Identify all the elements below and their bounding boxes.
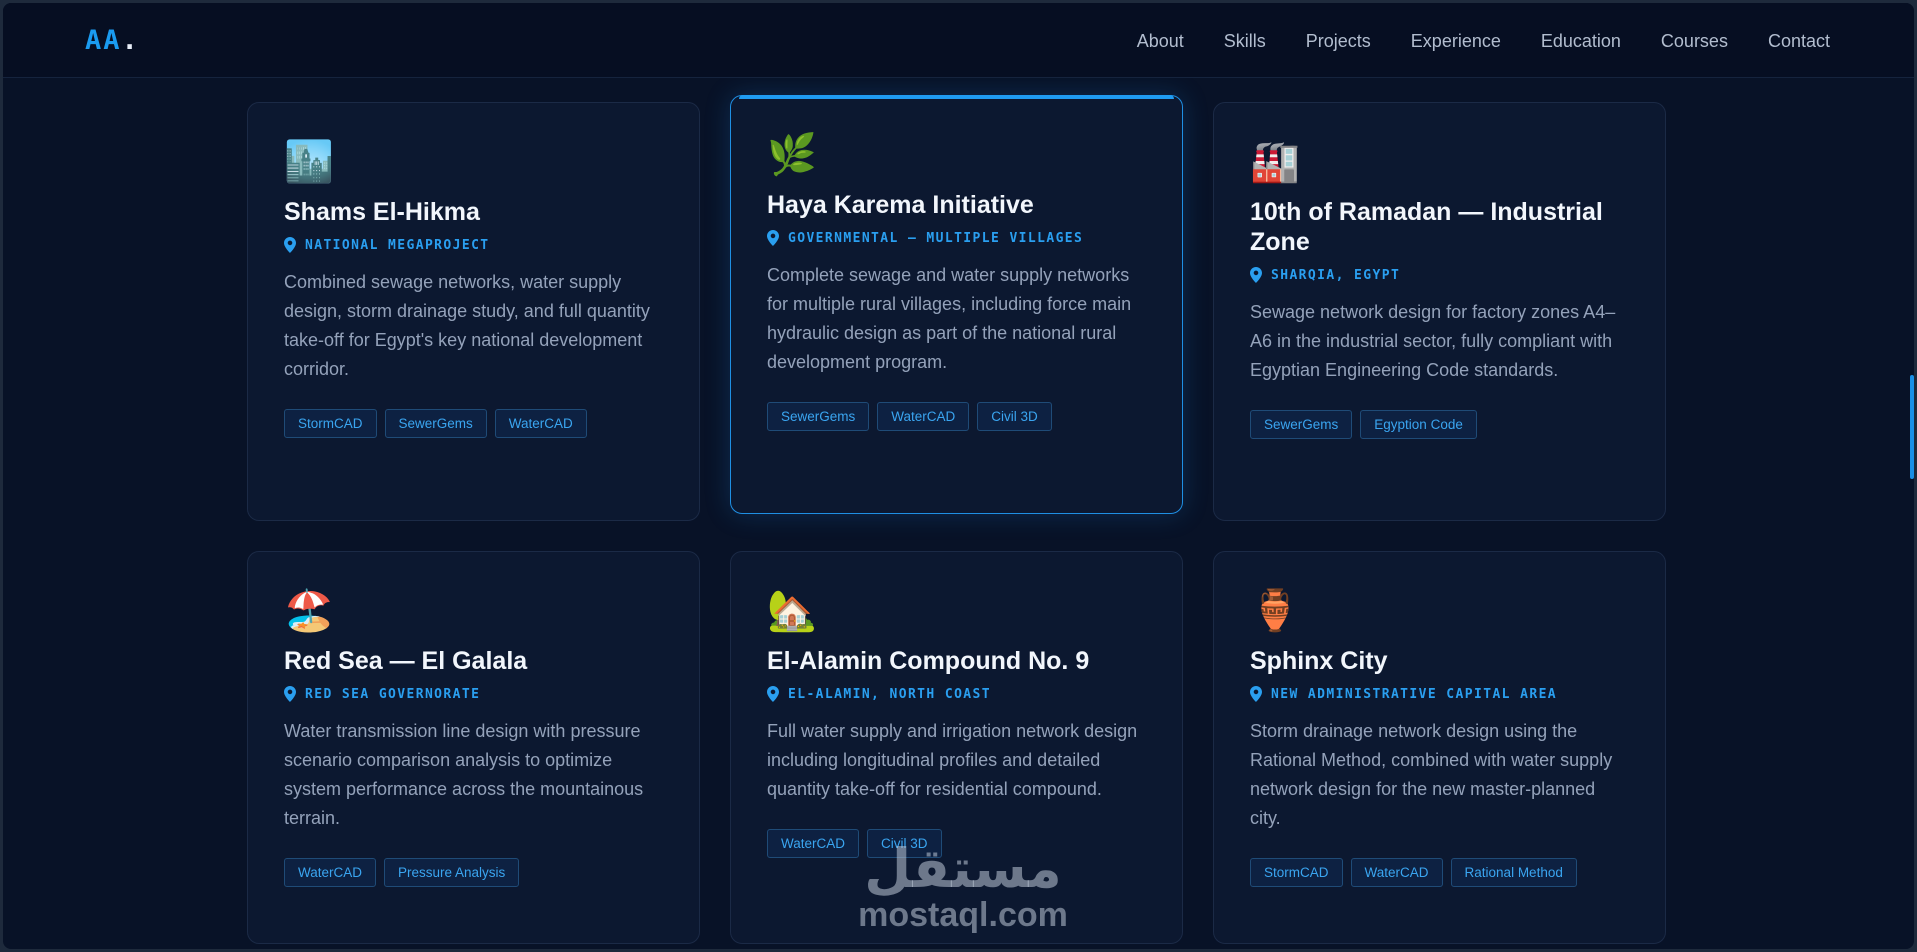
location-pin-icon bbox=[1250, 267, 1262, 283]
project-tags: WaterCAD Civil 3D bbox=[767, 829, 1146, 858]
project-title: Red Sea — El Galala bbox=[284, 647, 528, 675]
projects-grid: 🏙️ Shams El-Hikma NATIONAL MEGAPROJECT C… bbox=[3, 3, 1914, 949]
amphora-icon: 🏺 bbox=[1250, 588, 1300, 634]
city-icon: 🏙️ bbox=[284, 139, 334, 185]
tag[interactable]: SewerGems bbox=[767, 402, 870, 431]
project-location: GOVERNMENTAL — MULTIPLE VILLAGES bbox=[767, 230, 1146, 246]
project-card-haya-karema[interactable]: 🌿 Haya Karema Initiative GOVERNMENTAL — … bbox=[730, 95, 1183, 514]
location-pin-icon bbox=[767, 686, 779, 702]
project-title: Shams El-Hikma bbox=[284, 198, 480, 226]
project-location-text: EL-ALAMIN, NORTH COAST bbox=[788, 686, 991, 702]
tag[interactable]: StormCAD bbox=[1250, 858, 1343, 887]
project-tags: SewerGems Egyption Code bbox=[1250, 410, 1629, 439]
page-frame: AA. About Skills Projects Experience Edu… bbox=[3, 3, 1914, 949]
tag[interactable]: WaterCAD bbox=[494, 409, 587, 438]
top-navbar: AA. About Skills Projects Experience Edu… bbox=[3, 3, 1914, 78]
tag[interactable]: StormCAD bbox=[284, 409, 377, 438]
project-location: NATIONAL MEGAPROJECT bbox=[284, 237, 663, 253]
nav-link-projects[interactable]: Projects bbox=[1306, 31, 1371, 52]
site-logo[interactable]: AA. bbox=[85, 25, 140, 56]
project-location: RED SEA GOVERNORATE bbox=[284, 686, 663, 702]
tag[interactable]: Rational Method bbox=[1450, 858, 1577, 887]
tag[interactable]: Civil 3D bbox=[867, 829, 942, 858]
project-card-10th-of-ramadan[interactable]: 🏭 10th of Ramadan — Industrial Zone SHAR… bbox=[1213, 102, 1666, 521]
scrollbar-thumb[interactable] bbox=[1910, 375, 1914, 479]
project-tags: SewerGems WaterCAD Civil 3D bbox=[767, 402, 1146, 431]
location-pin-icon bbox=[1250, 686, 1262, 702]
project-card-red-sea-el-galala[interactable]: 🏖️ Red Sea — El Galala RED SEA GOVERNORA… bbox=[247, 551, 700, 944]
nav-link-contact[interactable]: Contact bbox=[1768, 31, 1830, 52]
project-location: NEW ADMINISTRATIVE CAPITAL AREA bbox=[1250, 686, 1629, 702]
project-description: Full water supply and irrigation network… bbox=[767, 721, 1138, 799]
factory-icon: 🏭 bbox=[1250, 139, 1300, 185]
project-location-text: SHARQIA, EGYPT bbox=[1271, 267, 1401, 283]
herb-icon: 🌿 bbox=[767, 132, 817, 178]
project-location: SHARQIA, EGYPT bbox=[1250, 267, 1629, 283]
nav-link-experience[interactable]: Experience bbox=[1411, 31, 1501, 52]
project-card-el-alamin-compound[interactable]: 🏡 El-Alamin Compound No. 9 EL-ALAMIN, NO… bbox=[730, 551, 1183, 944]
tag[interactable]: SewerGems bbox=[384, 409, 487, 438]
tag[interactable]: Civil 3D bbox=[977, 402, 1052, 431]
project-location-text: NEW ADMINISTRATIVE CAPITAL AREA bbox=[1271, 686, 1558, 702]
project-location-text: NATIONAL MEGAPROJECT bbox=[305, 237, 490, 253]
project-description: Combined sewage networks, water supply d… bbox=[284, 272, 650, 379]
nav-link-skills[interactable]: Skills bbox=[1224, 31, 1266, 52]
project-location: EL-ALAMIN, NORTH COAST bbox=[767, 686, 1146, 702]
project-title: 10th of Ramadan — Industrial Zone bbox=[1250, 198, 1603, 256]
location-pin-icon bbox=[767, 230, 779, 246]
beach-umbrella-icon: 🏖️ bbox=[284, 588, 334, 634]
tag[interactable]: SewerGems bbox=[1250, 410, 1353, 439]
project-card-shams-el-hikma[interactable]: 🏙️ Shams El-Hikma NATIONAL MEGAPROJECT C… bbox=[247, 102, 700, 521]
project-title: Sphinx City bbox=[1250, 647, 1388, 675]
tag[interactable]: Pressure Analysis bbox=[384, 858, 520, 887]
project-title: El-Alamin Compound No. 9 bbox=[767, 647, 1090, 675]
tag[interactable]: WaterCAD bbox=[877, 402, 970, 431]
project-tags: StormCAD WaterCAD Rational Method bbox=[1250, 858, 1629, 887]
project-location-text: GOVERNMENTAL — MULTIPLE VILLAGES bbox=[788, 230, 1084, 246]
project-description: Sewage network design for factory zones … bbox=[1250, 302, 1616, 380]
tag[interactable]: WaterCAD bbox=[1350, 858, 1443, 887]
project-tags: StormCAD SewerGems WaterCAD bbox=[284, 409, 663, 438]
tag[interactable]: Egyption Code bbox=[1360, 410, 1477, 439]
project-location-text: RED SEA GOVERNORATE bbox=[305, 686, 481, 702]
project-description: Water transmission line design with pres… bbox=[284, 721, 644, 828]
nav-link-education[interactable]: Education bbox=[1541, 31, 1621, 52]
project-title: Haya Karema Initiative bbox=[767, 191, 1034, 219]
tag[interactable]: WaterCAD bbox=[284, 858, 377, 887]
nav-link-about[interactable]: About bbox=[1137, 31, 1184, 52]
project-tags: WaterCAD Pressure Analysis bbox=[284, 858, 663, 887]
tag[interactable]: WaterCAD bbox=[767, 829, 860, 858]
house-with-garden-icon: 🏡 bbox=[767, 588, 817, 634]
project-card-sphinx-city[interactable]: 🏺 Sphinx City NEW ADMINISTRATIVE CAPITAL… bbox=[1213, 551, 1666, 944]
nav-link-courses[interactable]: Courses bbox=[1661, 31, 1728, 52]
project-description: Storm drainage network design using the … bbox=[1250, 721, 1613, 828]
project-description: Complete sewage and water supply network… bbox=[767, 265, 1132, 372]
nav-links: About Skills Projects Experience Educati… bbox=[1097, 31, 1830, 52]
location-pin-icon bbox=[284, 237, 296, 253]
location-pin-icon bbox=[284, 686, 296, 702]
